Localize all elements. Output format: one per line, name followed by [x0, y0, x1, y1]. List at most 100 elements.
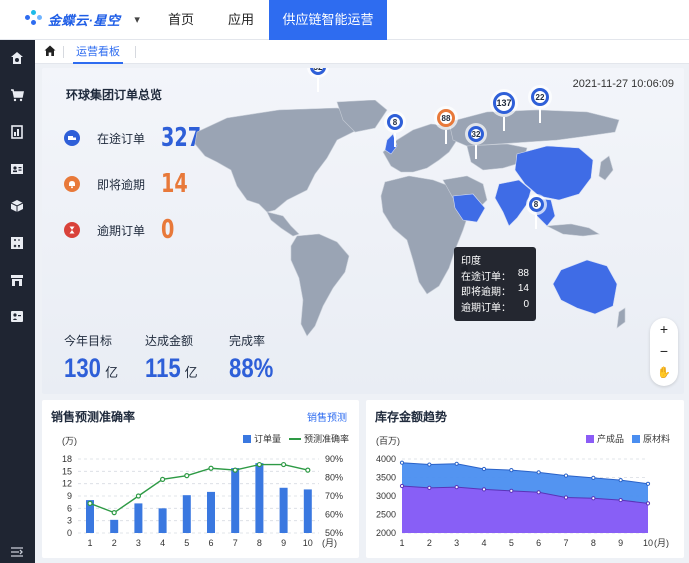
x-tick-label: 3 [454, 538, 459, 548]
map-marker[interactable]: 32 [468, 126, 484, 142]
finished-goods-point [481, 487, 487, 492]
y-tick-label: 0 [67, 528, 72, 538]
x-tick-label: 5 [184, 538, 189, 548]
legend-line-label: 预测准确率 [304, 434, 350, 444]
bar [182, 495, 191, 533]
zoom-out-button[interactable]: − [650, 340, 678, 362]
tab-operations-board[interactable]: 运营看板 [73, 40, 123, 64]
x-axis-unit: (月) [322, 538, 337, 548]
x-tick-label: 4 [160, 538, 165, 548]
map-japan [598, 155, 614, 181]
store-icon[interactable] [8, 271, 26, 289]
map-indonesia [545, 223, 600, 237]
map-marker[interactable]: 8 [528, 196, 544, 212]
map-marker-stem [535, 214, 537, 229]
y-axis-unit: (百万) [376, 436, 400, 446]
nav-home[interactable]: 首页 [168, 0, 194, 40]
accuracy-point [232, 467, 238, 473]
legend-line [289, 437, 302, 440]
raw-material-point [563, 473, 569, 478]
finished-goods-point [509, 488, 514, 493]
target-unit: 亿 [105, 365, 119, 380]
x-tick-label: 9 [618, 538, 623, 548]
map-central-america [266, 211, 300, 237]
divider [63, 46, 64, 58]
zoom-in-button[interactable]: + [650, 318, 678, 340]
top-bar: 金蝶云·星空 ▾ 首页 应用 供应链智能运营 [0, 0, 689, 40]
bar [158, 508, 167, 533]
order-overview: 环球集团订单总览 2021-11-27 10:06:09 在途订单 327 即将… [42, 68, 684, 394]
x-tick-label: 10 [643, 538, 653, 548]
overview-title: 环球集团订单总览 [66, 88, 163, 102]
home-icon[interactable] [44, 45, 56, 57]
target-label: 今年目标 [64, 334, 113, 348]
finished-goods-point [591, 496, 596, 501]
chevron-down-icon[interactable]: ▾ [134, 13, 140, 26]
brand-logo[interactable]: 金蝶云·星空 ▾ [24, 7, 140, 31]
achieved-unit: 亿 [184, 365, 198, 380]
x-tick-label: 7 [233, 538, 238, 548]
tooltip-val: 14 [517, 283, 529, 294]
accuracy-point [305, 467, 311, 473]
nav-apps[interactable]: 应用 [228, 0, 254, 40]
tooltip-country: 印度 [461, 256, 481, 267]
accuracy-point [184, 473, 190, 479]
x-tick-label: 1 [87, 538, 92, 548]
sales-forecast-link[interactable]: 销售预测 [307, 409, 347, 424]
calculator-icon[interactable] [8, 234, 26, 252]
raw-material-point [481, 466, 487, 472]
x-tick-label: 10 [303, 538, 313, 548]
contact-card-icon[interactable] [8, 160, 26, 178]
kpi-value: 0 [161, 215, 175, 245]
tooltip-key: 即将逾期： [461, 287, 511, 298]
raw-material-point [427, 462, 432, 467]
y-tick-label: 2500 [376, 510, 396, 520]
x-tick-label: 7 [563, 538, 568, 548]
finished-goods-point [399, 483, 405, 489]
x-tick-label: 1 [399, 538, 404, 548]
inventory-panel-title: 库存金额趋势 [375, 410, 448, 424]
report-icon[interactable] [8, 123, 26, 141]
achieved-value: 115 亿 [145, 353, 198, 384]
x-tick-label: 6 [208, 538, 213, 548]
inventory-trend-panel: (百万) 2000 2500 3000 3500 4000 1 2 3 4 5 6 7 8 9 10 (月) 库… [366, 400, 684, 558]
raw-material-point [591, 475, 596, 480]
x-tick-label: 8 [257, 538, 262, 548]
map-marker[interactable]: 32 [310, 68, 326, 75]
inventory-legend: 产成品 原材料 [586, 432, 670, 445]
raw-material-point [618, 477, 623, 483]
tooltip-key: 逾期订单： [461, 302, 511, 314]
expand-menu-icon[interactable] [8, 543, 26, 561]
accuracy-point [281, 461, 287, 468]
bar [231, 468, 240, 533]
nav-active-app[interactable]: 供应链智能运营 [269, 0, 387, 40]
cart-icon[interactable] [8, 86, 26, 104]
legend-swatch [243, 434, 251, 443]
map-australia [552, 259, 618, 315]
tooltip-key: 在途订单： [461, 271, 511, 283]
map-marker[interactable]: 22 [531, 88, 549, 106]
map-south-america [290, 233, 350, 337]
accuracy-point [87, 500, 93, 507]
user-monitor-icon[interactable] [8, 308, 26, 326]
pan-hand-icon[interactable]: ✋ [650, 362, 678, 384]
country-tooltip: 印度 在途订单： 88 即将逾期： 14 逾期订单： 0 [454, 247, 536, 321]
finished-goods-point [645, 501, 651, 506]
world-map[interactable] [187, 100, 627, 340]
map-marker-stem [539, 109, 541, 123]
tooltip-title: 印度 [461, 252, 529, 268]
kpi-label: 在途订单 [97, 131, 146, 146]
map-marker[interactable]: 137 [493, 92, 515, 114]
breadcrumb: 运营看板 [35, 40, 689, 64]
finished-goods-point [427, 485, 432, 490]
sales-forecast-panel: (万) 0 3 6 9 12 15 18 50% 60% 70% 80% 90% 1 2 3 4 5 6 7 8 9 10(… [42, 400, 359, 558]
box-icon[interactable] [8, 197, 26, 215]
finished-goods-point [618, 497, 623, 503]
map-marker[interactable]: 88 [437, 109, 455, 127]
y2-tick-label: 80% [325, 473, 343, 483]
kpi-value: 14 [161, 169, 188, 199]
map-marker[interactable]: 8 [387, 114, 403, 130]
timestamp: 2021-11-27 10:06:09 [572, 78, 674, 90]
home-gear-icon[interactable] [8, 49, 26, 67]
y-tick-label: 3000 [376, 491, 396, 501]
